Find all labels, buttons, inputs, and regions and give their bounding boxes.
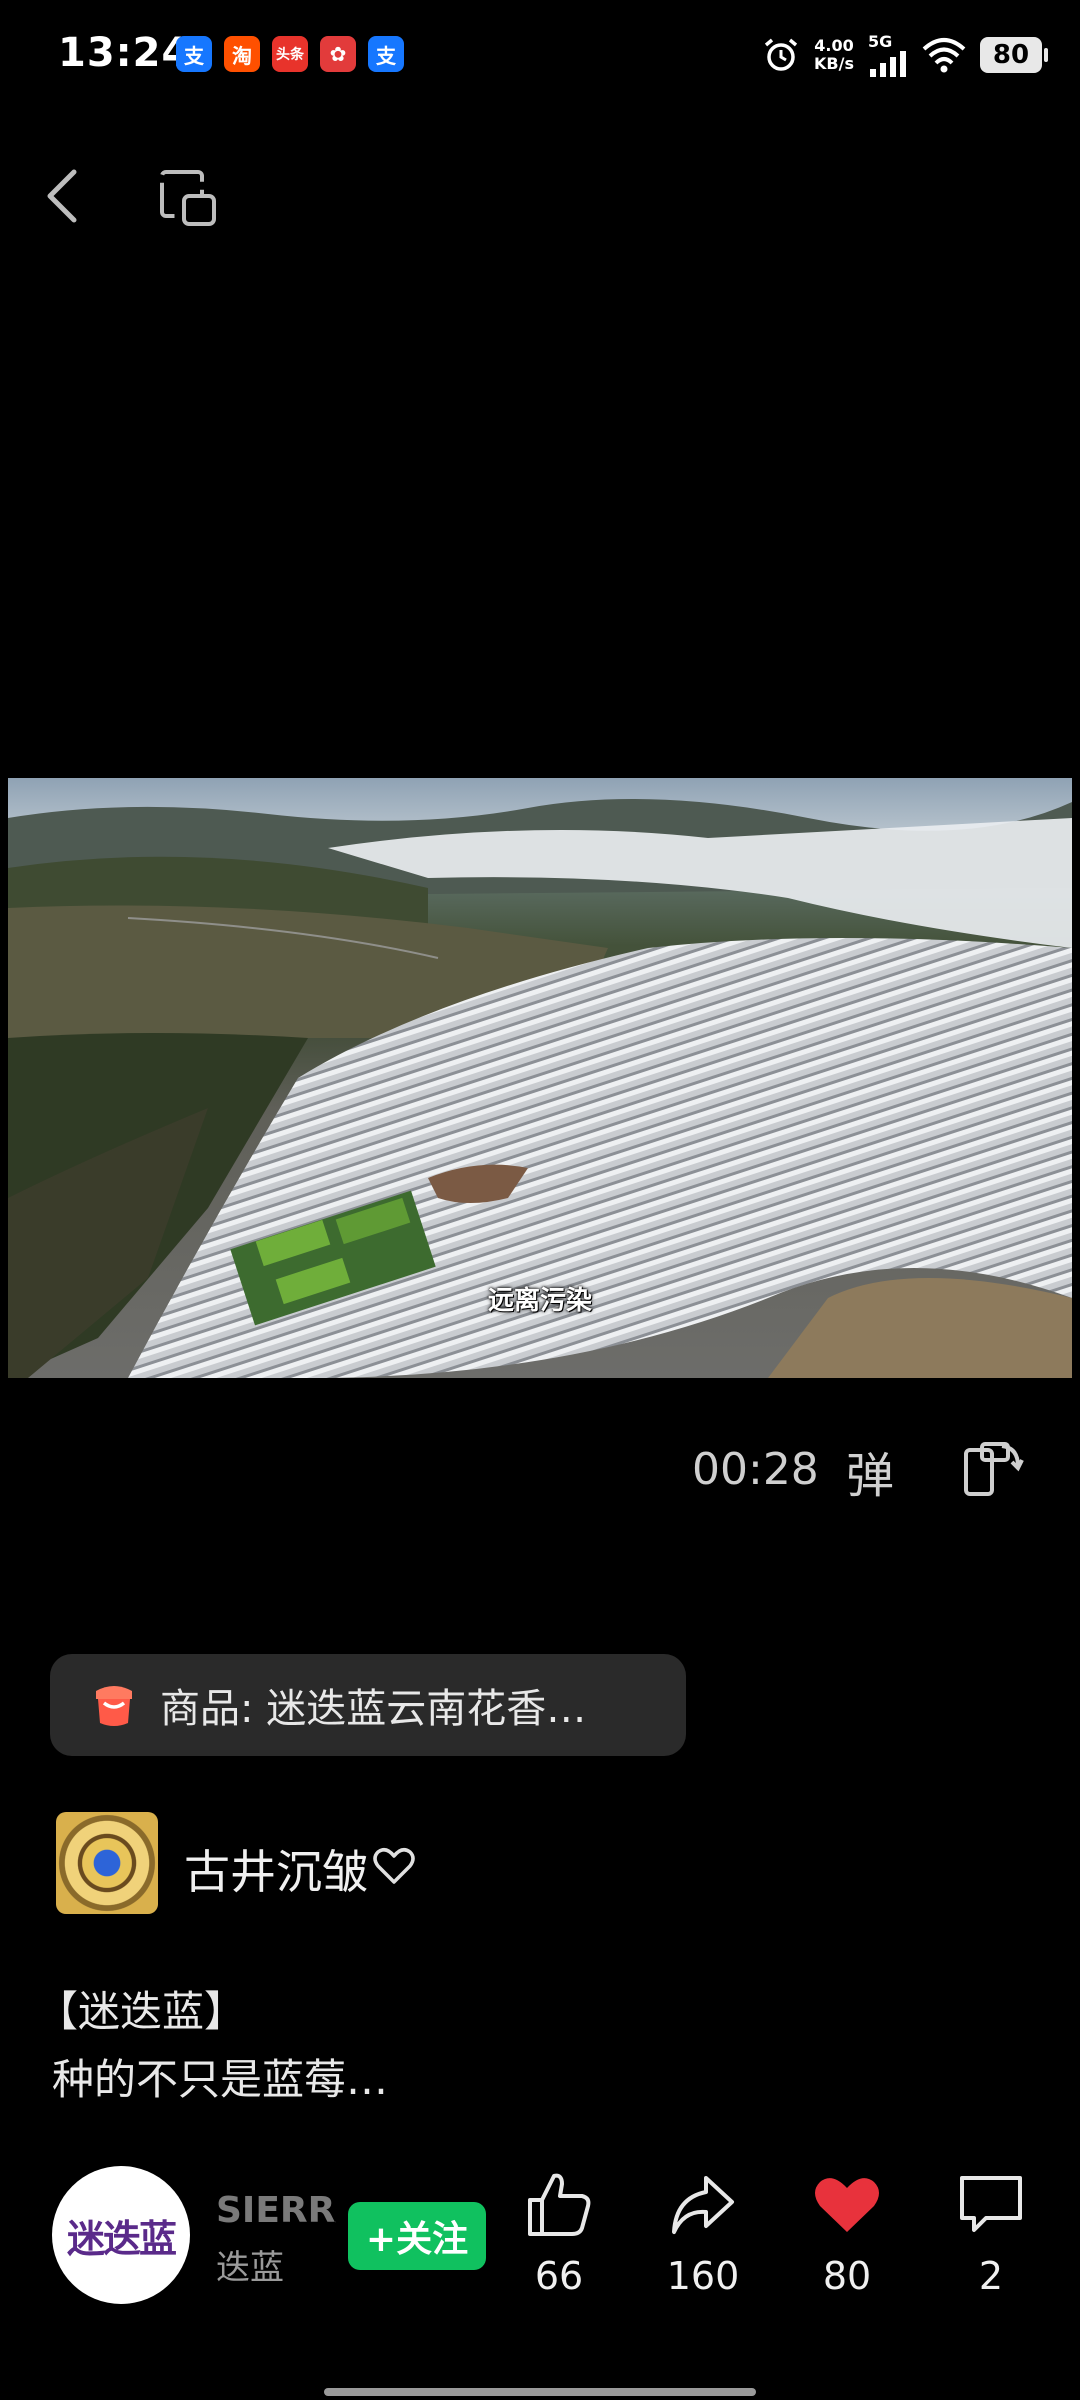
video-subtitle: 远离污染 xyxy=(487,1286,592,1316)
taobao-icon: 淘 xyxy=(224,36,260,72)
shop-logo[interactable]: 迷迭蓝 xyxy=(52,2166,190,2304)
notification-icons: 支 淘 头条 ✿ 支 xyxy=(176,36,404,72)
status-bar: 13:24 支 淘 头条 ✿ 支 4.00 KB/s 5G 80 xyxy=(0,0,1080,110)
status-indicators: 4.00 KB/s 5G 80 xyxy=(762,32,1048,77)
favorite-button[interactable]: 80 xyxy=(792,2170,902,2298)
shop-bag-icon xyxy=(96,1686,132,1726)
heart-filled-icon xyxy=(815,2178,879,2232)
video-duration: 00:28 xyxy=(692,1444,819,1495)
like-count: 66 xyxy=(534,2254,584,2298)
heart-outline-icon[interactable] xyxy=(372,1846,416,1886)
back-icon[interactable] xyxy=(40,166,84,226)
thumbs-up-icon xyxy=(528,2173,591,2236)
description-title: 【迷迭蓝】 xyxy=(36,1987,247,2036)
battery-indicator: 80 xyxy=(980,36,1048,73)
speed-unit: KB/s xyxy=(814,53,854,73)
cellular-indicator: 5G xyxy=(868,32,908,77)
network-type: 5G xyxy=(868,32,893,51)
alipay-icon: 支 xyxy=(368,36,404,72)
favorite-count: 80 xyxy=(822,2254,872,2298)
home-indicator[interactable] xyxy=(324,2388,756,2396)
video-player[interactable]: 远离污染 xyxy=(8,778,1072,1378)
description-body[interactable]: 种的不只是蓝莓… xyxy=(52,2046,388,2107)
author-name[interactable]: 古井沉皱 xyxy=(184,1836,368,1902)
wifi-icon xyxy=(922,37,966,72)
follow-button[interactable]: +关注 xyxy=(348,2202,486,2270)
video-detail-screen: 13:24 支 淘 头条 ✿ 支 4.00 KB/s 5G 80 远离污染 00… xyxy=(0,0,1080,2400)
share-arrow-icon xyxy=(672,2176,734,2234)
toutiao-icon: 头条 xyxy=(272,36,308,72)
shop-subtitle: 迭蓝 xyxy=(216,2248,284,2288)
comment-button[interactable]: 2 xyxy=(936,2170,1046,2298)
speed-value: 4.00 xyxy=(814,35,854,55)
author-avatar[interactable] xyxy=(56,1812,158,1914)
share-button[interactable]: 160 xyxy=(648,2170,758,2298)
like-button[interactable]: 66 xyxy=(504,2170,614,2298)
comment-count: 2 xyxy=(978,2254,1004,2298)
danmaku-toggle-button[interactable]: 弹 xyxy=(846,1436,894,1506)
share-count: 160 xyxy=(666,2254,740,2298)
network-speed: 4.00 KB/s xyxy=(814,35,854,73)
alipay-icon: 支 xyxy=(176,36,212,72)
rotate-screen-icon[interactable] xyxy=(962,1436,1024,1498)
status-time: 13:24 xyxy=(58,30,191,76)
alarm-icon xyxy=(764,38,798,71)
product-title: 商品: 迷迭蓝云南花香… xyxy=(160,1686,587,1732)
shop-logo-text: 迷迭蓝 xyxy=(66,2216,177,2261)
signal-icon xyxy=(870,51,906,77)
product-link[interactable]: 商品: 迷迭蓝云南花香… xyxy=(50,1654,686,1756)
picture-in-picture-icon[interactable] xyxy=(158,168,218,228)
game-app-icon: ✿ xyxy=(320,36,356,72)
shop-name[interactable]: SIERRA xyxy=(216,2190,336,2231)
comment-bubble-icon xyxy=(960,2176,1022,2232)
